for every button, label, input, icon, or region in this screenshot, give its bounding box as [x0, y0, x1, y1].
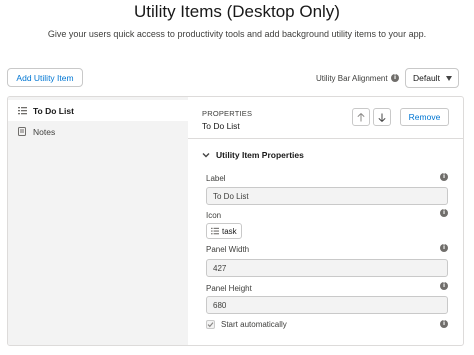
- start-automatically-label: Start automatically: [221, 320, 287, 329]
- move-down-button[interactable]: [373, 108, 391, 126]
- sidebar-item-notes[interactable]: Notes: [8, 121, 188, 142]
- add-utility-item-button[interactable]: Add Utility Item: [7, 68, 83, 87]
- info-icon[interactable]: i: [440, 320, 448, 328]
- alignment-select-value: Default: [413, 73, 440, 83]
- panel-width-label: Panel Width: [206, 245, 250, 254]
- task-icon: [211, 227, 219, 235]
- task-list-icon: [18, 106, 27, 115]
- divider: [188, 138, 463, 139]
- arrow-down-icon: [378, 113, 386, 122]
- utility-items-panel: To Do List Notes PROPERTIES To Do List R…: [7, 96, 464, 346]
- checkmark-icon: [207, 322, 214, 328]
- label-field[interactable]: To Do List: [206, 187, 448, 205]
- info-icon[interactable]: i: [391, 74, 399, 82]
- icon-picker-value: task: [222, 226, 237, 236]
- note-icon: [18, 127, 27, 136]
- info-icon[interactable]: i: [440, 173, 448, 181]
- panel-width-field[interactable]: 427: [206, 259, 448, 277]
- sidebar-item-label: To Do List: [33, 105, 74, 116]
- section-utility-item-properties[interactable]: Utility Item Properties: [202, 150, 304, 160]
- caret-down-icon: [446, 76, 452, 81]
- arrow-up-icon: [357, 112, 365, 121]
- info-icon[interactable]: i: [440, 282, 448, 290]
- icon-field-label: Icon: [206, 211, 222, 220]
- page-title: Utility Items (Desktop Only): [134, 2, 340, 21]
- utility-bar-alignment-label: Utility Bar Alignment: [316, 74, 388, 83]
- icon-picker[interactable]: task: [206, 223, 242, 239]
- move-up-button[interactable]: [352, 108, 370, 126]
- remove-button[interactable]: Remove: [400, 108, 449, 126]
- chevron-down-icon: [202, 153, 210, 158]
- panel-height-field[interactable]: 680: [206, 296, 448, 314]
- section-title: Utility Item Properties: [216, 150, 304, 160]
- info-icon[interactable]: i: [440, 209, 448, 217]
- properties-pane: PROPERTIES To Do List Remove Utility Ite…: [188, 97, 463, 345]
- info-icon[interactable]: i: [440, 244, 448, 252]
- page-subtitle: Give your users quick access to producti…: [47, 29, 427, 39]
- label-field-label: Label: [206, 174, 226, 183]
- sidebar-item-label: Notes: [33, 126, 56, 137]
- start-automatically-row: Start automatically: [206, 320, 287, 329]
- start-automatically-checkbox[interactable]: [206, 320, 215, 329]
- panel-height-label: Panel Height: [206, 284, 252, 293]
- alignment-select[interactable]: Default: [405, 68, 459, 88]
- utility-items-sidebar: To Do List Notes: [8, 97, 188, 345]
- properties-item-name: To Do List: [202, 121, 240, 131]
- sidebar-item-to-do-list[interactable]: To Do List: [8, 100, 188, 121]
- properties-caption: PROPERTIES: [202, 109, 253, 118]
